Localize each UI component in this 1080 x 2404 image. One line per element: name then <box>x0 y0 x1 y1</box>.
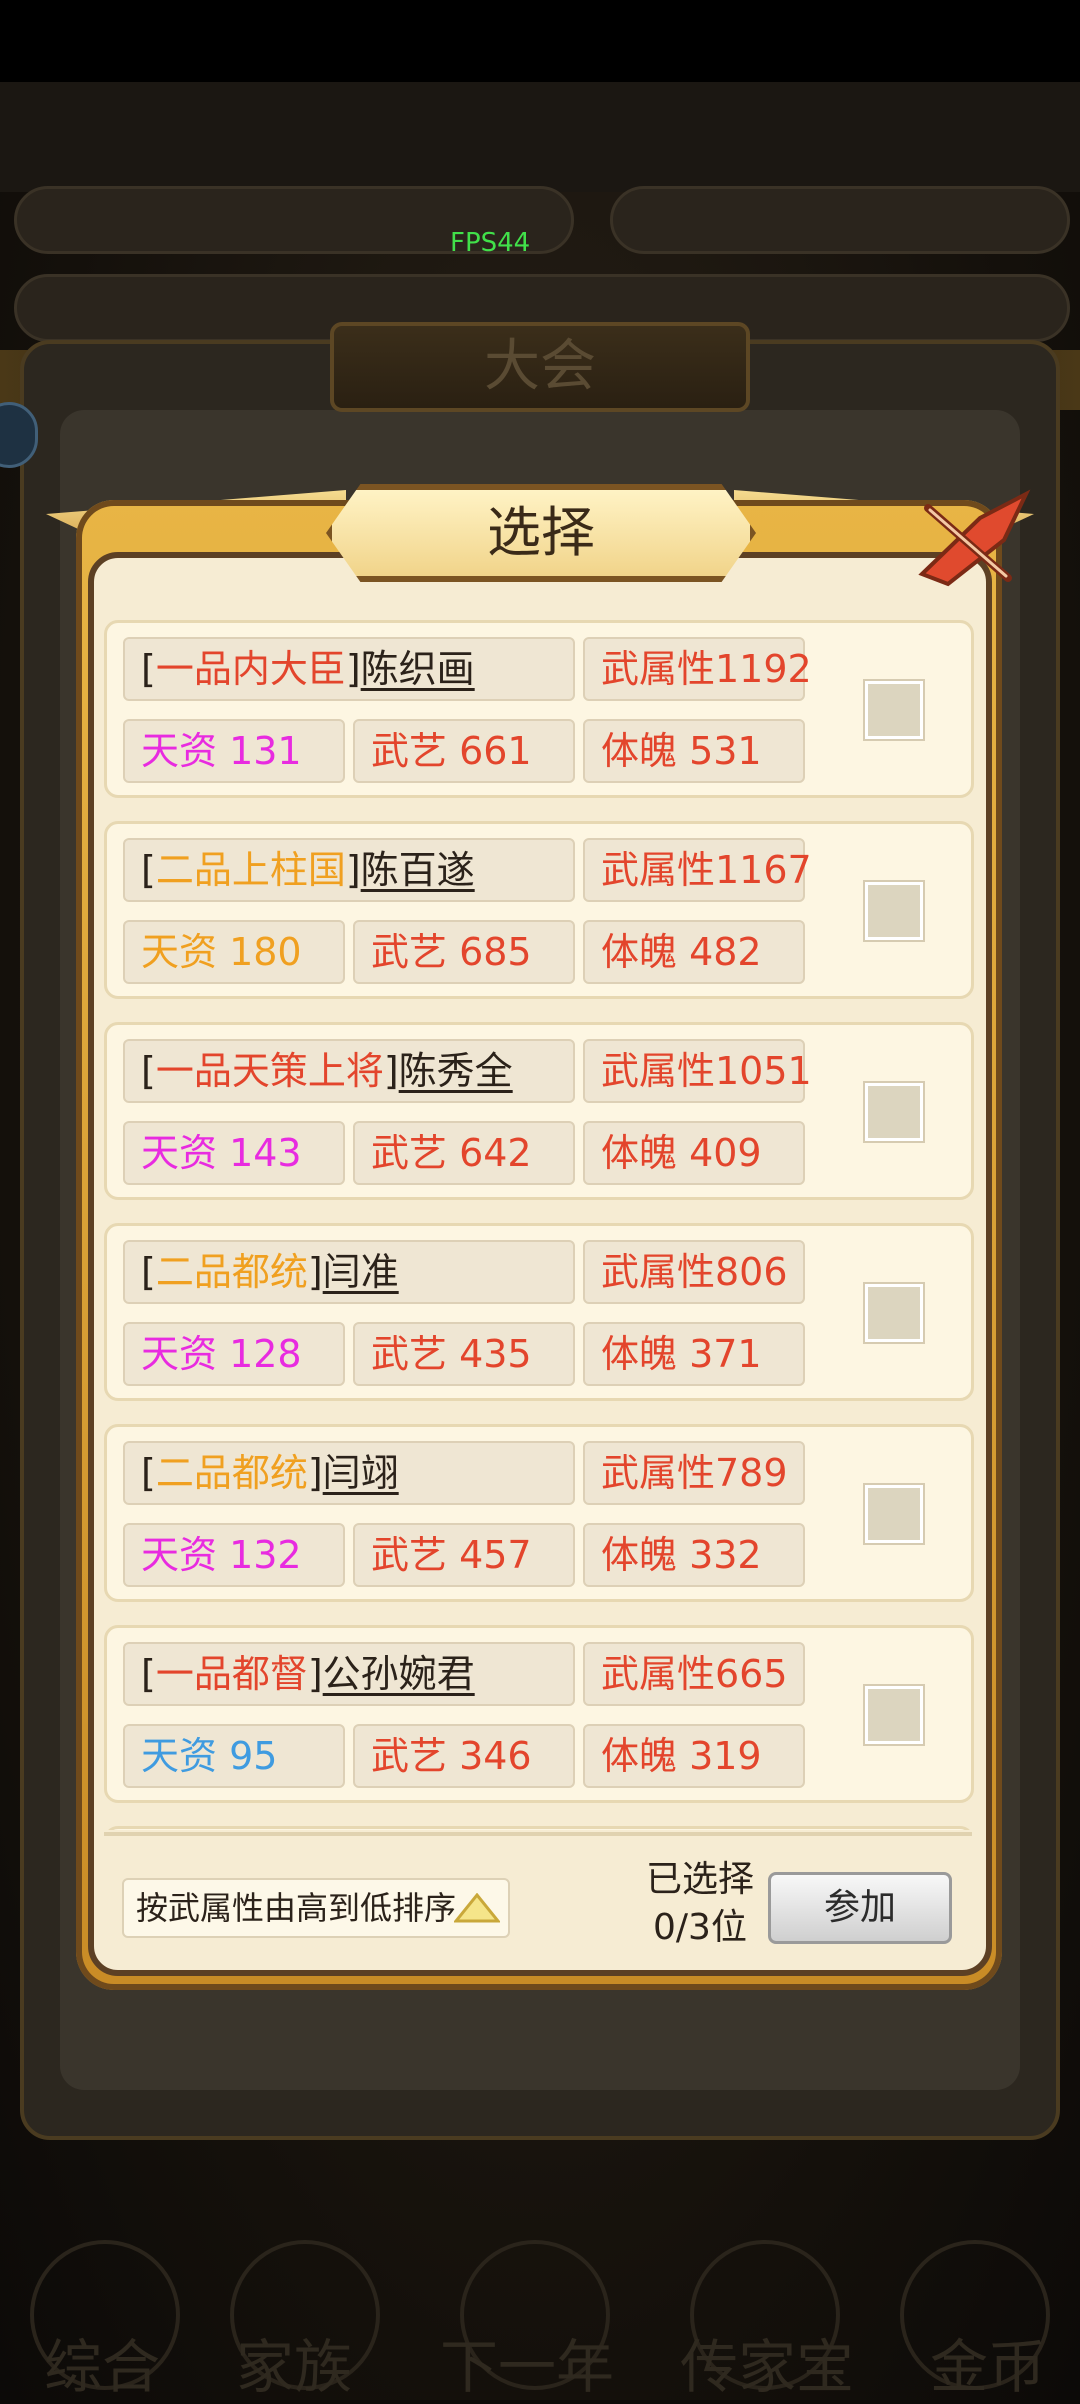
join-button[interactable]: 参加 <box>768 1872 952 1944</box>
selected-count: 0/3位 <box>653 1907 747 1948</box>
candidate-list[interactable]: [一品内大臣]陈织画 武属性1192 天资 131 武艺 661 体魄 531 [二品上柱… <box>104 620 976 1830</box>
background-nav-label: 家族 <box>236 2333 353 2401</box>
candidate-name-cell[interactable]: [二品都统]闫翊 <box>123 1441 575 1505</box>
candidate-row[interactable]: [一品天策上将]陈秀全 武属性1051 天资 143 武艺 642 体魄 409 <box>104 1022 974 1200</box>
candidate-rank: 一品天策上将 <box>155 1049 384 1093</box>
candidate-checkbox[interactable] <box>865 681 923 739</box>
candidate-row[interactable] <box>104 1826 974 1830</box>
candidate-attribute: 武属性806 <box>583 1240 805 1304</box>
candidate-physique: 体魄 409 <box>583 1121 805 1185</box>
candidate-martial: 武艺 457 <box>353 1523 575 1587</box>
candidate-talent: 天资 180 <box>123 920 345 984</box>
candidate-name-cell[interactable]: [一品内大臣]陈织画 <box>123 637 575 701</box>
background-title: 大会 <box>330 322 750 412</box>
candidate-name-cell[interactable]: [一品都督]公孙婉君 <box>123 1642 575 1706</box>
candidate-martial: 武艺 685 <box>353 920 575 984</box>
fps-counter: FPS44 <box>450 228 531 258</box>
candidate-talent: 天资 132 <box>123 1523 345 1587</box>
candidate-row[interactable]: [二品都统]闫准 武属性806 天资 128 武艺 435 体魄 371 <box>104 1223 974 1401</box>
candidate-martial: 武艺 435 <box>353 1322 575 1386</box>
candidate-talent: 天资 128 <box>123 1322 345 1386</box>
sort-button[interactable]: 按武属性由高到低排序 <box>122 1878 510 1938</box>
candidate-name-cell[interactable]: [二品上柱国]陈百遂 <box>123 838 575 902</box>
candidate-checkbox[interactable] <box>865 1485 923 1543</box>
candidate-rank: 一品内大臣 <box>155 647 346 691</box>
candidate-row[interactable]: [二品都统]闫翊 武属性789 天资 132 武艺 457 体魄 332 <box>104 1424 974 1602</box>
candidate-rank: 一品都督 <box>155 1652 308 1696</box>
candidate-checkbox[interactable] <box>865 1686 923 1744</box>
candidate-attribute: 武属性1167 <box>583 838 812 902</box>
close-icon[interactable] <box>908 488 1034 590</box>
candidate-name-cell[interactable]: [二品都统]闫准 <box>123 1240 575 1304</box>
background-header <box>0 82 1080 192</box>
candidate-rank: 二品都统 <box>155 1250 308 1294</box>
candidate-checkbox[interactable] <box>865 1083 923 1141</box>
candidate-name[interactable]: 陈百遂 <box>361 848 475 892</box>
sort-label: 按武属性由高到低排序 <box>136 1889 457 1927</box>
background-nav-label: 下一年 <box>440 2333 615 2401</box>
background-nav-label: 传家宝 <box>680 2333 855 2401</box>
candidate-attribute: 武属性789 <box>583 1441 805 1505</box>
candidate-checkbox[interactable] <box>865 1284 923 1342</box>
candidate-name[interactable]: 陈秀全 <box>399 1049 513 1093</box>
background-resource-pill <box>610 186 1070 254</box>
candidate-rank: 二品上柱国 <box>155 848 346 892</box>
candidate-talent: 天资 143 <box>123 1121 345 1185</box>
candidate-row[interactable]: [一品都督]公孙婉君 武属性665 天资 95 武艺 346 体魄 319 <box>104 1625 974 1803</box>
candidate-martial: 武艺 642 <box>353 1121 575 1185</box>
candidate-row[interactable]: [一品内大臣]陈织画 武属性1192 天资 131 武艺 661 体魄 531 <box>104 620 974 798</box>
status-bar <box>0 0 1080 82</box>
candidate-attribute: 武属性665 <box>583 1642 805 1706</box>
sort-triangle-icon <box>454 1893 500 1923</box>
candidate-physique: 体魄 482 <box>583 920 805 984</box>
candidate-name[interactable]: 闫准 <box>323 1250 399 1294</box>
candidate-attribute: 武属性1192 <box>583 637 812 701</box>
candidate-rank: 二品都统 <box>155 1451 308 1495</box>
candidate-martial: 武艺 346 <box>353 1724 575 1788</box>
background-nav-label: 金币 <box>930 2333 1047 2401</box>
candidate-physique: 体魄 531 <box>583 719 805 783</box>
candidate-martial: 武艺 661 <box>353 719 575 783</box>
candidate-physique: 体魄 332 <box>583 1523 805 1587</box>
background-nav-label: 综合 <box>44 2333 161 2401</box>
candidate-name-cell[interactable]: [一品天策上将]陈秀全 <box>123 1039 575 1103</box>
candidate-row[interactable]: [二品上柱国]陈百遂 武属性1167 天资 180 武艺 685 体魄 482 <box>104 821 974 999</box>
selected-label: 已选择 <box>645 1859 754 1900</box>
candidate-name[interactable]: 公孙婉君 <box>323 1652 475 1696</box>
candidate-talent: 天资 95 <box>123 1724 345 1788</box>
candidate-name[interactable]: 陈织画 <box>361 647 475 691</box>
list-divider <box>104 1832 972 1836</box>
candidate-checkbox[interactable] <box>865 882 923 940</box>
candidate-talent: 天资 131 <box>123 719 345 783</box>
candidate-attribute: 武属性1051 <box>583 1039 812 1103</box>
dialog-title: 选择 <box>487 501 595 564</box>
candidate-physique: 体魄 371 <box>583 1322 805 1386</box>
candidate-name[interactable]: 闫翊 <box>323 1451 399 1495</box>
candidate-physique: 体魄 319 <box>583 1724 805 1788</box>
